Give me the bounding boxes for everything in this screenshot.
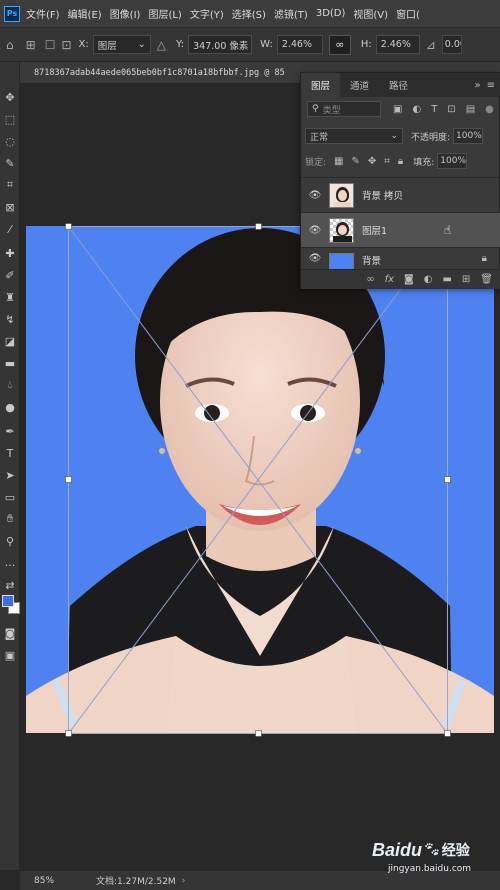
- blend-row: 正常 ⌄ 不透明度: 100%: [301, 128, 500, 144]
- lock-artboard-icon[interactable]: ⌗: [384, 156, 390, 167]
- lock-row: 锁定: ▦ ✎ ✥ ⌗ 🔒︎ 填充: 100%: [301, 153, 500, 169]
- layer-name[interactable]: 背景 拷贝: [362, 188, 403, 202]
- panel-collapse-icon[interactable]: »: [474, 80, 486, 97]
- layer-search-field[interactable]: ⚲ 类型: [307, 101, 381, 117]
- fx-icon[interactable]: fx: [385, 274, 394, 285]
- tab-paths[interactable]: 路径: [379, 78, 418, 97]
- transform-handle-bottom[interactable]: [255, 730, 262, 737]
- layers-panel-footer: ∞ fx ◙ ◐ ▬ ⊞ 🗑︎: [301, 269, 500, 289]
- fill-field[interactable]: 100%: [437, 153, 468, 169]
- lock-label: 锁定:: [305, 157, 327, 168]
- visibility-eye-icon[interactable]: 👁︎: [301, 190, 329, 201]
- filter-shape-icon[interactable]: ⊡: [447, 104, 455, 115]
- opacity-label: 不透明度:: [411, 132, 451, 143]
- opacity-field[interactable]: 100%: [453, 128, 484, 144]
- search-icon: ⚲: [312, 104, 319, 114]
- lock-all-icon[interactable]: 🔒︎: [398, 156, 403, 167]
- chevron-down-icon: ⌄: [390, 131, 398, 141]
- status-menu-chevron-icon[interactable]: ›: [182, 876, 186, 886]
- transform-handle-top[interactable]: [255, 223, 262, 230]
- filter-pixel-icon[interactable]: ▣: [393, 104, 402, 115]
- foreground-color-swatch[interactable]: [2, 595, 14, 607]
- filter-type-label: 类型: [322, 105, 341, 116]
- filter-toggle-icon[interactable]: ●: [485, 104, 494, 115]
- panel-menu-icon[interactable]: ≡: [487, 80, 500, 97]
- hand-cursor-icon: ☝︎: [443, 223, 451, 237]
- watermark-brand-cn: 经验: [441, 843, 470, 859]
- filter-type-icon[interactable]: T: [431, 104, 437, 115]
- link-layers-icon[interactable]: ∞: [366, 274, 374, 285]
- filter-adjustment-icon[interactable]: ◐: [412, 104, 421, 115]
- lock-pixels-icon[interactable]: ▦: [334, 156, 343, 167]
- watermark-url: jingyan.baidu.com: [388, 864, 472, 874]
- layer-row-background[interactable]: 👁︎ 背景 🔒︎: [301, 247, 500, 269]
- lock-position-icon[interactable]: ✥: [368, 156, 376, 167]
- transform-handle-top-left[interactable]: [65, 223, 72, 230]
- layer-thumbnail: [329, 217, 354, 243]
- panel-tab-bar: 图层 通道 路径 » ≡: [301, 73, 500, 97]
- transform-handle-right[interactable]: [444, 476, 451, 483]
- transform-handle-left[interactable]: [65, 476, 72, 483]
- layer-name[interactable]: 图层1: [362, 223, 387, 237]
- blend-mode-value: 正常: [310, 132, 329, 143]
- new-group-folder-icon[interactable]: ▬: [442, 274, 451, 285]
- opacity-value: 100%: [456, 131, 482, 141]
- visibility-eye-icon[interactable]: 👁︎: [301, 225, 329, 236]
- tab-channels[interactable]: 通道: [340, 78, 379, 97]
- transform-handle-bottom-left[interactable]: [65, 730, 72, 737]
- add-mask-icon[interactable]: ◙: [404, 274, 414, 285]
- layer-filter-row: ⚲ 类型 ▣ ◐ T ⊡ ▤ ●: [301, 101, 500, 117]
- blend-mode-select[interactable]: 正常 ⌄: [305, 128, 403, 144]
- layer-thumbnail: [329, 253, 354, 269]
- filter-smart-icon[interactable]: ▤: [466, 104, 475, 115]
- visibility-eye-icon[interactable]: 👁︎: [301, 253, 329, 264]
- layer-row-layer1[interactable]: 👁︎ 图层1 ☝︎: [301, 212, 500, 247]
- tab-layers[interactable]: 图层: [301, 73, 341, 97]
- layer-thumbnail: [329, 182, 354, 208]
- layer-name[interactable]: 背景: [362, 253, 381, 267]
- transform-handle-bottom-right[interactable]: [444, 730, 451, 737]
- lock-icon: 🔒︎: [481, 253, 487, 264]
- layers-panel: 图层 通道 路径 » ≡ ⚲ 类型 ▣ ◐ T ⊡ ▤ ● 正常 ⌄ 不透明度:…: [300, 72, 500, 289]
- document-size[interactable]: 文档:1.27M/2.52M: [96, 874, 176, 887]
- paw-icon: 🐾︎: [423, 842, 441, 858]
- baidu-jingyan-watermark: Baidu 🐾︎ 经验 jingyan.baidu.com: [372, 838, 500, 884]
- layer-row-background-copy[interactable]: 👁︎ 背景 拷贝: [301, 177, 500, 212]
- new-layer-icon[interactable]: ⊞: [462, 274, 470, 285]
- fill-label: 填充:: [413, 157, 435, 168]
- adjustment-layer-icon[interactable]: ◐: [424, 274, 433, 285]
- lock-image-icon[interactable]: ✎: [352, 156, 360, 167]
- watermark-brand: Baidu: [372, 839, 423, 860]
- trash-icon[interactable]: 🗑︎: [480, 274, 493, 285]
- fill-value: 100%: [440, 156, 467, 166]
- zoom-level[interactable]: 85%: [34, 876, 54, 886]
